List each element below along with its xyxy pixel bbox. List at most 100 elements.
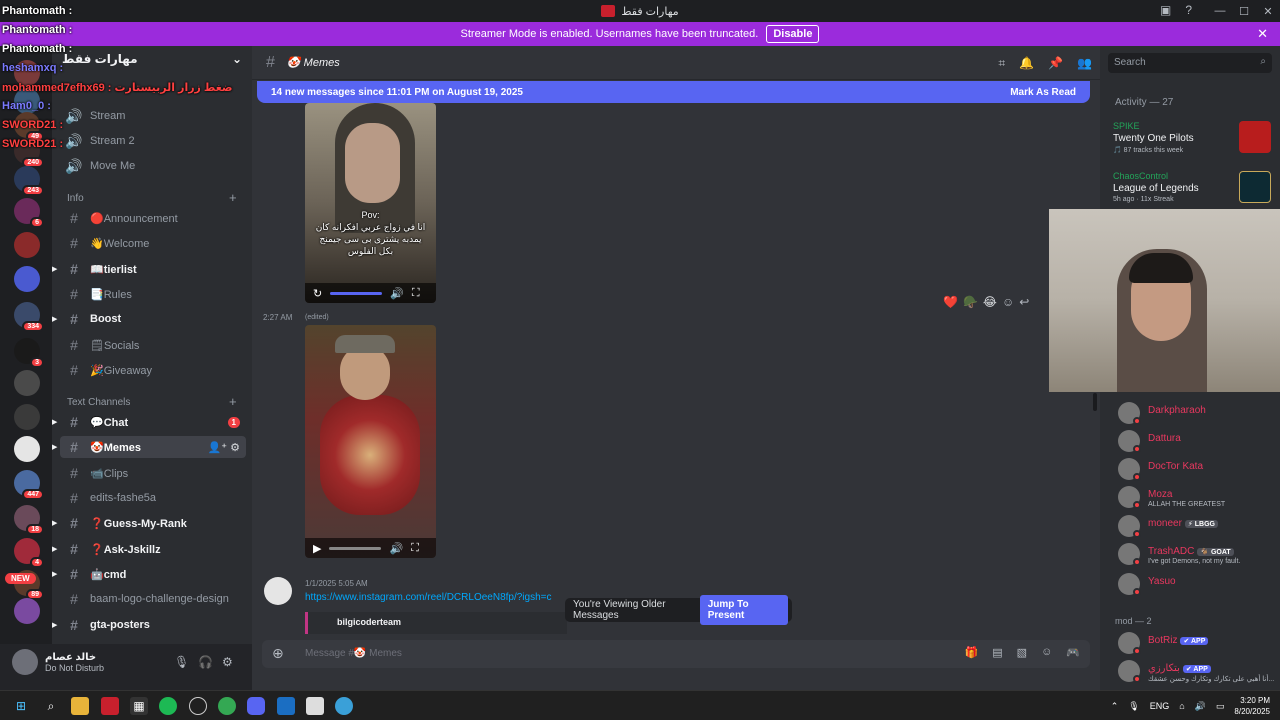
channel-item[interactable]: # 🗒Socials — [60, 334, 246, 356]
app-icon[interactable] — [277, 697, 295, 715]
avatar[interactable] — [264, 577, 292, 605]
message-link[interactable]: https://www.instagram.com/reel/DCRLOeeN8… — [305, 592, 552, 603]
reaction-laugh[interactable]: 😂 — [983, 295, 997, 309]
server-icon[interactable]: 4 — [14, 538, 44, 568]
help-icon[interactable]: ? — [1185, 3, 1192, 17]
server-icon[interactable] — [14, 232, 40, 258]
add-channel-icon[interactable]: + — [229, 190, 237, 205]
voice-channel[interactable]: 🔊 Stream — [60, 105, 246, 127]
gear-icon[interactable]: ⚙ — [222, 655, 233, 669]
reply-icon[interactable]: ↩ — [1019, 295, 1029, 309]
volume-icon[interactable]: 🔊 — [390, 287, 404, 300]
threads-icon[interactable]: ⌗ — [998, 56, 1005, 71]
battery-icon[interactable]: ▭ — [1216, 701, 1225, 712]
channel-item[interactable]: ▶ # 💬Chat 1 — [52, 411, 246, 433]
jump-to-present-button[interactable]: Jump To Present — [699, 595, 788, 625]
member-item[interactable]: BotRiz ✔ APP — [1118, 632, 1278, 656]
replay-icon[interactable]: ↻ — [313, 287, 322, 300]
channel-item[interactable]: # 👋Welcome — [60, 232, 246, 254]
mark-as-read-button[interactable]: Mark As Read — [1010, 87, 1076, 98]
volume-icon[interactable]: 🔊 — [1195, 701, 1206, 712]
server-icon[interactable] — [14, 266, 40, 292]
new-messages-bar[interactable]: 14 new messages since 11:01 PM on August… — [257, 81, 1090, 103]
member-item[interactable]: DocTor Kata — [1118, 458, 1278, 482]
app-icon[interactable] — [335, 697, 353, 715]
server-header[interactable]: مهارات فقط ⌄ — [62, 52, 242, 66]
language-indicator[interactable]: ENG — [1150, 701, 1170, 711]
avatar[interactable] — [12, 649, 38, 675]
member-item[interactable]: Dattura — [1118, 430, 1278, 454]
member-item[interactable]: Darkpharaoh — [1118, 402, 1278, 426]
channel-item[interactable]: ▶ # 🤖cmd — [52, 563, 246, 585]
clock[interactable]: 3:20 PM 8/20/2025 — [1234, 695, 1270, 717]
members-icon[interactable]: 👥 — [1077, 56, 1092, 71]
voice-channel[interactable]: 🔊 Stream 2 — [60, 130, 246, 152]
server-icon[interactable]: 447 — [14, 470, 44, 500]
link-embed[interactable]: bilgicoderteam — [305, 612, 567, 634]
category-info[interactable]: Info — [67, 193, 84, 204]
windows-start-icon[interactable]: ⊞ — [12, 697, 30, 715]
maximize-button[interactable]: ☐ — [1232, 5, 1256, 18]
server-icon[interactable]: 18 — [14, 505, 44, 535]
channel-item[interactable]: ▶ # ❓Ask-Jskillz — [52, 538, 246, 560]
gift-icon[interactable]: 🎁 — [965, 646, 979, 659]
activity-header[interactable]: Activity — 27 — [1115, 97, 1173, 108]
voice-channel[interactable]: 🔊 Move Me — [60, 155, 246, 177]
app-icon[interactable] — [189, 697, 207, 715]
dismiss-banner-icon[interactable]: ✕ — [1257, 26, 1268, 42]
channel-item[interactable]: ▶ # gta-posters — [52, 614, 246, 636]
channel-item[interactable]: ▶ # 📖tierlist — [52, 258, 246, 280]
fullscreen-icon[interactable]: ⛶ — [411, 542, 419, 555]
video-attachment[interactable]: ▶ 🔊 ⛶ — [305, 325, 436, 558]
channel-item[interactable]: # 🎉Giveaway — [60, 359, 246, 381]
volume-icon[interactable]: 🔊 — [389, 542, 403, 555]
server-icon[interactable] — [14, 370, 40, 396]
fullscreen-icon[interactable]: ⛶ — [412, 287, 420, 300]
server-icon[interactable] — [14, 598, 40, 624]
bell-icon[interactable]: 🔔 — [1019, 56, 1034, 71]
member-item[interactable]: Moza ALLAH THE GREATEST — [1118, 486, 1278, 510]
attach-plus-icon[interactable]: ⊕ — [272, 645, 284, 662]
server-icon[interactable]: 334 — [14, 302, 44, 332]
activity-item[interactable]: SPIKE Twenty One Pilots 🎵 87 tracks this… — [1113, 121, 1271, 154]
server-icon[interactable] — [14, 436, 40, 462]
server-icon[interactable]: 6 — [14, 198, 44, 228]
member-item[interactable]: moneer ⚡ LBGG — [1118, 515, 1278, 539]
file-explorer-icon[interactable] — [71, 697, 89, 715]
member-item[interactable]: TrashADC 🐐 GOAT I've got Demons, not my fa… — [1118, 543, 1278, 567]
channel-item[interactable]: # 📑Rules — [60, 283, 246, 305]
minimize-button[interactable]: — — [1208, 5, 1232, 17]
microphone-icon[interactable]: 🎙 — [174, 655, 189, 669]
progress-bar[interactable] — [330, 291, 383, 295]
chrome-icon[interactable] — [218, 697, 236, 715]
channel-settings-icon[interactable]: 👤⁺ ⚙ — [208, 441, 240, 454]
chevron-up-icon[interactable]: ⌃ — [1111, 701, 1119, 712]
channel-item[interactable]: # edits-fashe5a — [60, 487, 246, 509]
member-item[interactable]: بتكارزي ✔ APP أنا أهبي على تكارك وتكارك وح… — [1118, 660, 1278, 684]
app-icon[interactable] — [101, 697, 119, 715]
headphones-icon[interactable]: 🎧 — [198, 655, 213, 669]
app-icon[interactable] — [306, 697, 324, 715]
disable-streamer-button[interactable]: Disable — [766, 25, 820, 43]
add-channel-icon[interactable]: + — [229, 394, 237, 409]
play-icon[interactable]: ▶ — [313, 542, 321, 555]
gamepad-icon[interactable]: 🎮 — [1066, 646, 1080, 659]
channel-item[interactable]: # baam-logo-challenge-design — [60, 588, 246, 610]
reaction-heart[interactable]: ❤️ — [943, 295, 958, 309]
channel-item[interactable]: # 📹Clips — [60, 462, 246, 484]
emoji-icon[interactable]: ☺ — [1041, 646, 1052, 659]
discord-icon[interactable] — [247, 697, 265, 715]
message-input[interactable]: Message #🤡 Memes — [305, 648, 402, 659]
inbox-icon[interactable]: ▣ — [1160, 3, 1171, 17]
channel-item[interactable]: ▶ # 🤡Memes 👤⁺ ⚙ — [52, 436, 246, 458]
pin-icon[interactable]: 📌 — [1048, 56, 1063, 71]
reaction-soldier[interactable]: 🪖 — [963, 295, 978, 309]
category-text-channels[interactable]: Text Channels — [67, 397, 130, 408]
search-icon[interactable]: ⌕ — [42, 697, 60, 715]
channel-item[interactable]: # 🔴Announcement — [60, 207, 246, 229]
server-icon[interactable]: 3 — [14, 338, 44, 368]
video-attachment[interactable]: Pov: انا في زواج عربي افكرانه كان يمدبه … — [305, 103, 436, 303]
microphone-icon[interactable]: 🎙 — [1128, 701, 1139, 712]
store-icon[interactable]: ▦ — [130, 697, 148, 715]
server-icon[interactable] — [14, 404, 40, 430]
